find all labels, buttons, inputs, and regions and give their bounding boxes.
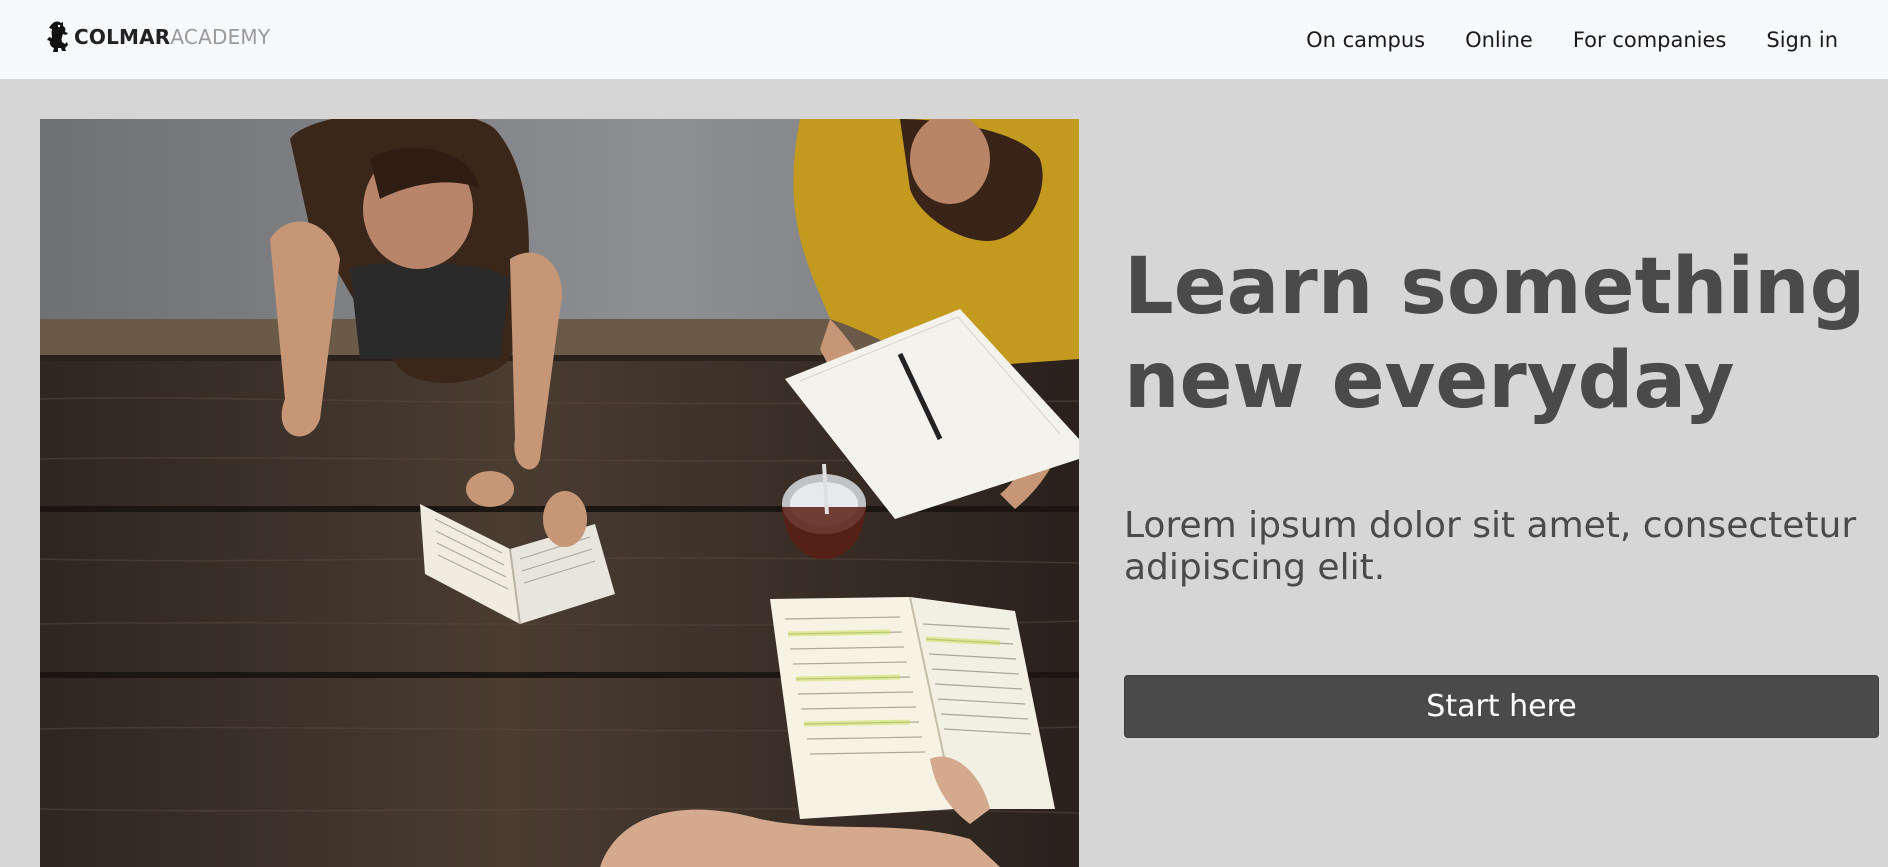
students-studying-photo [40, 119, 1079, 867]
nav-links: On campus Online For companies Sign in [1266, 24, 1838, 56]
hero-image [40, 119, 1079, 867]
brand-home-link[interactable]: COLMAR ACADEMY [44, 20, 270, 54]
nav-link-sign-in[interactable]: Sign in [1766, 24, 1838, 56]
navbar: COLMAR ACADEMY On campus Online For compa… [0, 0, 1888, 79]
lion-rampant-icon [47, 21, 68, 52]
brand-name-bold: COLMAR [74, 25, 171, 49]
hero-title: Learn something new everyday [1124, 242, 1866, 426]
start-here-button[interactable]: Start here [1124, 675, 1879, 738]
nav-link-on-campus[interactable]: On campus [1306, 24, 1425, 56]
nav-link-online[interactable]: Online [1465, 24, 1533, 56]
brand-name-light: ACADEMY [170, 25, 271, 49]
hero-subtitle: Lorem ipsum dolor sit amet, consectetur … [1124, 505, 1857, 588]
nav-link-for-companies[interactable]: For companies [1573, 24, 1727, 56]
